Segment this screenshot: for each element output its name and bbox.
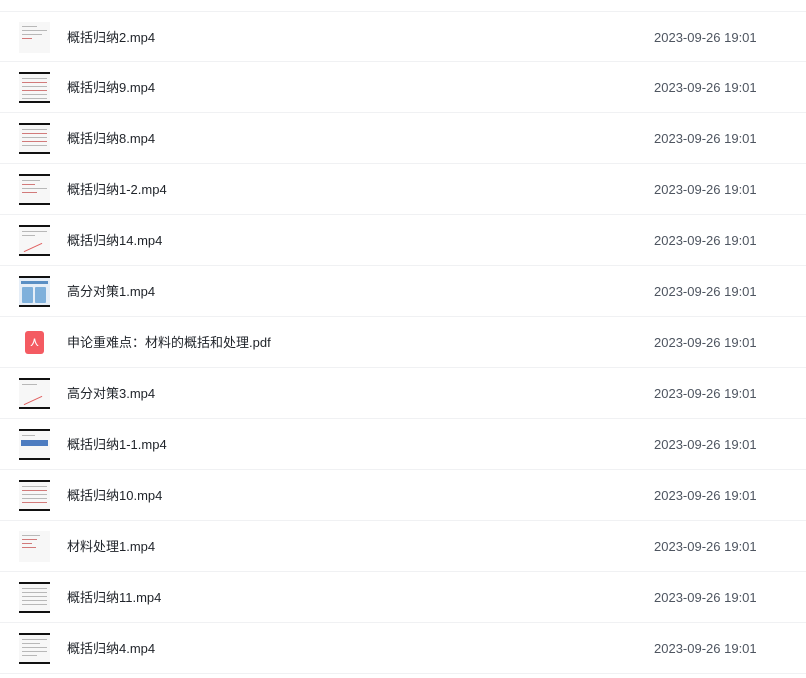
file-row[interactable]: 概括归纳9.mp4 2023-09-26 19:01 xyxy=(0,62,806,113)
video-thumbnail-icon xyxy=(19,174,50,205)
file-row[interactable]: 概括归纳2.mp4 2023-09-26 19:01 xyxy=(0,11,806,62)
video-thumbnail-icon xyxy=(19,123,50,154)
file-name: 概括归纳8.mp4 xyxy=(67,131,156,146)
file-name: 高分对策1.mp4 xyxy=(67,284,156,299)
video-thumbnail-icon xyxy=(19,225,50,256)
file-row[interactable]: 材料处理1.mp4 2023-09-26 19:01 xyxy=(0,521,806,572)
file-modified-time: 2023-09-26 19:01 xyxy=(654,284,757,299)
file-modified-time: 2023-09-26 19:01 xyxy=(654,386,757,401)
file-name: 概括归纳11.mp4 xyxy=(67,590,162,605)
file-row[interactable]: 高分对策3.mp4 2023-09-26 19:01 xyxy=(0,368,806,419)
file-modified-time: 2023-09-26 19:01 xyxy=(654,437,757,452)
file-modified-time: 2023-09-26 19:01 xyxy=(654,641,757,656)
file-name: 概括归纳14.mp4 xyxy=(67,233,163,248)
video-thumbnail-icon xyxy=(19,582,50,613)
file-modified-time: 2023-09-26 19:01 xyxy=(654,539,757,554)
file-name: 申论重难点：材料的概括和处理.pdf xyxy=(67,335,271,350)
file-modified-time: 2023-09-26 19:01 xyxy=(654,590,757,605)
pdf-icon: ⋏ xyxy=(25,331,44,354)
file-modified-time: 2023-09-26 19:01 xyxy=(654,80,757,95)
file-row[interactable]: ⋏ 申论重难点：材料的概括和处理.pdf 2023-09-26 19:01 xyxy=(0,317,806,368)
file-name: 概括归纳1-1.mp4 xyxy=(67,437,167,452)
file-modified-time: 2023-09-26 19:01 xyxy=(654,131,757,146)
video-thumbnail-icon xyxy=(19,480,50,511)
file-row[interactable]: 概括归纳10.mp4 2023-09-26 19:01 xyxy=(0,470,806,521)
file-list: 概括归纳2.mp4 2023-09-26 19:01 概括归纳9.mp4 202… xyxy=(0,0,806,678)
file-row[interactable]: 高分对策1.mp4 2023-09-26 19:01 xyxy=(0,266,806,317)
file-name: 高分对策3.mp4 xyxy=(67,386,156,401)
file-modified-time: 2023-09-26 19:01 xyxy=(654,488,757,503)
file-row[interactable]: 概括归纳11.mp4 2023-09-26 19:01 xyxy=(0,572,806,623)
video-thumbnail-icon xyxy=(19,531,50,562)
file-modified-time: 2023-09-26 19:01 xyxy=(654,182,757,197)
file-row[interactable]: 概括归纳4.mp4 2023-09-26 19:01 xyxy=(0,623,806,674)
video-thumbnail-icon xyxy=(19,72,50,103)
file-row[interactable]: 概括归纳1-2.mp4 2023-09-26 19:01 xyxy=(0,164,806,215)
file-name: 材料处理1.mp4 xyxy=(67,539,156,554)
file-name: 概括归纳9.mp4 xyxy=(67,80,156,95)
file-row[interactable]: 概括归纳8.mp4 2023-09-26 19:01 xyxy=(0,113,806,164)
file-modified-time: 2023-09-26 19:01 xyxy=(654,233,757,248)
file-name: 概括归纳1-2.mp4 xyxy=(67,182,167,197)
file-modified-time: 2023-09-26 19:01 xyxy=(654,335,757,350)
video-thumbnail-icon xyxy=(19,429,50,460)
file-name: 概括归纳4.mp4 xyxy=(67,641,156,656)
file-row[interactable]: 概括归纳14.mp4 2023-09-26 19:01 xyxy=(0,215,806,266)
video-thumbnail-icon xyxy=(19,378,50,409)
file-row[interactable]: 概括归纳1-1.mp4 2023-09-26 19:01 xyxy=(0,419,806,470)
file-name: 概括归纳2.mp4 xyxy=(67,30,156,45)
video-thumbnail-icon xyxy=(19,22,50,53)
video-thumbnail-icon xyxy=(19,276,50,307)
video-thumbnail-icon xyxy=(19,633,50,664)
file-modified-time: 2023-09-26 19:01 xyxy=(654,30,757,45)
file-name: 概括归纳10.mp4 xyxy=(67,488,163,503)
